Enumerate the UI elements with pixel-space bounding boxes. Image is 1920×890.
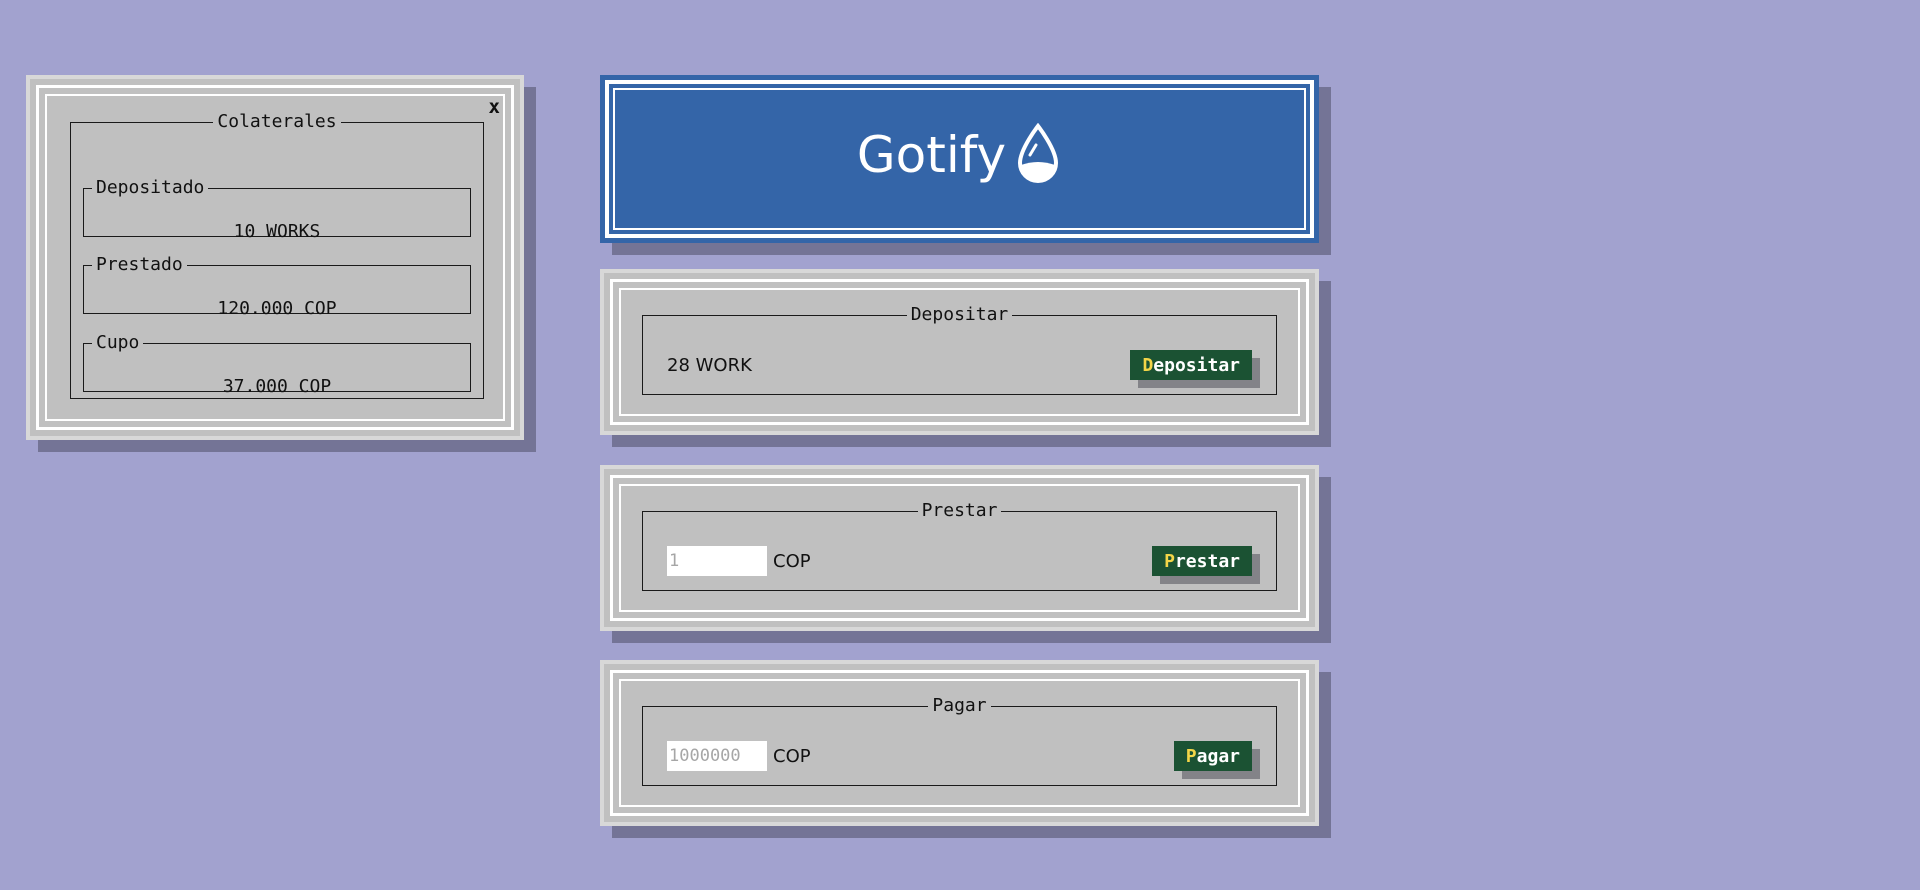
deposited-label: Depositado xyxy=(96,177,205,198)
borrowed-group: Prestado 120.000 COP xyxy=(83,254,471,319)
borrowed-value: 120.000 COP xyxy=(217,298,337,319)
close-button[interactable]: x xyxy=(489,97,500,117)
deposit-button[interactable]: Depositar xyxy=(1130,350,1252,380)
collateral-group: Colaterales Depositado 10 WORKS Prestado… xyxy=(70,113,484,399)
deposit-row: 28 WORK Depositar xyxy=(667,350,1252,380)
pay-group: Pagar COP Pagar xyxy=(642,697,1277,786)
borrow-button-label: restar xyxy=(1174,550,1240,572)
borrow-button[interactable]: Prestar xyxy=(1152,546,1252,576)
deposit-amount: 28 WORK xyxy=(667,354,752,376)
pay-button-label: agar xyxy=(1196,745,1240,767)
deposited-group: Depositado 10 WORKS xyxy=(83,177,471,242)
pay-button-hotkey: P xyxy=(1185,745,1197,767)
pay-unit: COP xyxy=(773,745,811,767)
pay-row: COP Pagar xyxy=(667,741,1252,771)
deposit-title: Depositar xyxy=(910,304,1009,325)
pay-panel: Pagar COP Pagar xyxy=(600,660,1319,826)
pay-button[interactable]: Pagar xyxy=(1173,741,1252,771)
pay-title: Pagar xyxy=(932,695,987,716)
quota-group: Cupo 37.000 COP xyxy=(83,332,471,397)
borrow-group: Prestar COP Prestar xyxy=(642,502,1277,591)
water-drop-icon xyxy=(1018,122,1059,183)
borrow-amount-input[interactable] xyxy=(667,546,767,576)
header-banner: Gotify xyxy=(600,75,1319,243)
borrow-panel: Prestar COP Prestar xyxy=(600,465,1319,631)
quota-value: 37.000 COP xyxy=(222,376,332,397)
deposit-button-label: epositar xyxy=(1153,354,1240,376)
collateral-window: x Colaterales Depositado 10 WORKS Presta… xyxy=(26,75,524,440)
borrow-row: COP Prestar xyxy=(667,546,1252,576)
deposit-button-hotkey: D xyxy=(1142,354,1154,376)
logo-text: Gotify xyxy=(856,126,1007,184)
deposit-panel: Depositar 28 WORK Depositar xyxy=(600,269,1319,435)
logo: Gotify xyxy=(605,122,1314,185)
borrowed-label: Prestado xyxy=(96,254,183,275)
deposit-group: Depositar 28 WORK Depositar xyxy=(642,306,1277,395)
borrow-title: Prestar xyxy=(921,500,998,521)
borrow-unit: COP xyxy=(773,550,811,572)
quota-label: Cupo xyxy=(96,332,140,353)
pay-amount-input[interactable] xyxy=(667,741,767,771)
deposited-value: 10 WORKS xyxy=(233,221,321,242)
collateral-title: Colaterales xyxy=(217,111,337,132)
borrow-button-hotkey: P xyxy=(1164,550,1175,572)
